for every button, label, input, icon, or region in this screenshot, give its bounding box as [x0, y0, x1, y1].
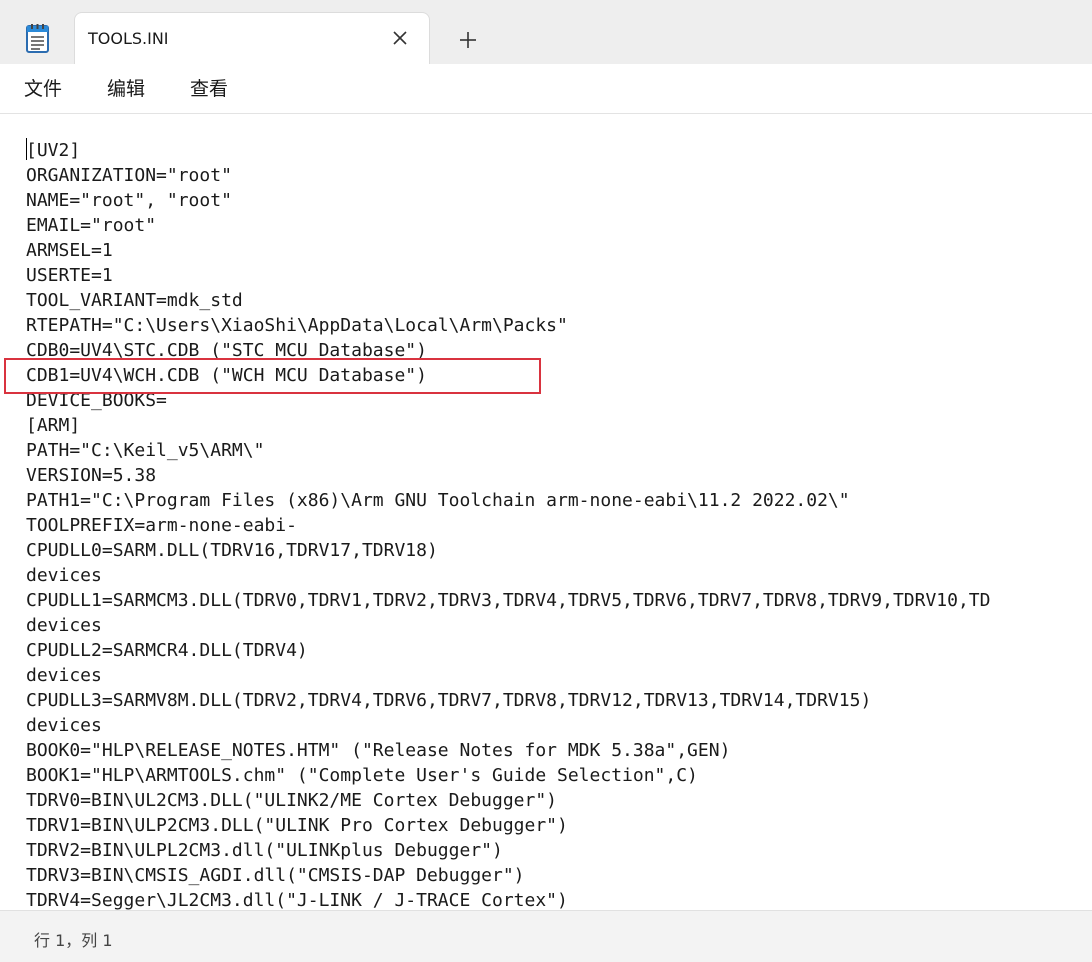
- text-line: [UV2]: [26, 140, 81, 161]
- text-line: devices: [26, 615, 102, 636]
- text-line: devices: [26, 565, 102, 586]
- text-line: VERSION=5.38: [26, 465, 157, 486]
- editor-lines: [UV2] ORGANIZATION="root" NAME="root", "ro…: [26, 138, 991, 910]
- menu-bar: 文件 编辑 查看: [0, 64, 1092, 114]
- text-line: USERTE=1: [26, 265, 113, 286]
- text-line: NAME="root", "root": [26, 190, 232, 211]
- tab-title: TOOLS.INI: [88, 29, 169, 48]
- text-editor[interactable]: [UV2] ORGANIZATION="root" NAME="root", "ro…: [0, 114, 1092, 910]
- status-bar: 行 1，列 1: [0, 910, 1092, 962]
- close-icon[interactable]: [387, 25, 413, 51]
- title-bar: TOOLS.INI: [0, 0, 1092, 64]
- text-line: devices: [26, 715, 102, 736]
- text-line: ORGANIZATION="root": [26, 165, 232, 186]
- text-line: CPUDLL1=SARMCM3.DLL(TDRV0,TDRV1,TDRV2,TD…: [26, 590, 991, 611]
- highlight-annotation-box: [4, 358, 541, 394]
- text-line: PATH1="C:\Program Files (x86)\Arm GNU To…: [26, 490, 850, 511]
- text-line: TDRV4=Segger\JL2CM3.dll("J-LINK / J-TRAC…: [26, 890, 568, 910]
- text-line: TDRV3=BIN\CMSIS_AGDI.dll("CMSIS-DAP Debu…: [26, 865, 525, 886]
- text-line: TOOLPREFIX=arm-none-eabi-: [26, 515, 297, 536]
- text-line: CPUDLL3=SARMV8M.DLL(TDRV2,TDRV4,TDRV6,TD…: [26, 690, 872, 711]
- text-line: ARMSEL=1: [26, 240, 113, 261]
- menu-file[interactable]: 文件: [24, 74, 62, 101]
- text-caret: [26, 138, 27, 160]
- text-line: TDRV1=BIN\ULP2CM3.DLL("ULINK Pro Cortex …: [26, 815, 568, 836]
- text-line: EMAIL="root": [26, 215, 157, 236]
- text-line: RTEPATH="C:\Users\XiaoShi\AppData\Local\…: [26, 315, 568, 336]
- text-line: PATH="C:\Keil_v5\ARM\": [26, 440, 265, 461]
- notepad-icon: [24, 22, 52, 54]
- text-line: CPUDLL0=SARM.DLL(TDRV16,TDRV17,TDRV18): [26, 540, 438, 561]
- text-line: CPUDLL2=SARMCR4.DLL(TDRV4): [26, 640, 308, 661]
- menu-view[interactable]: 查看: [190, 74, 228, 101]
- text-line: [ARM]: [26, 415, 81, 436]
- notepad-window: TOOLS.INI 文件 编辑 查看 [UV2] ORGANIZATION="ro…: [0, 0, 1092, 962]
- text-line: TDRV2=BIN\ULPL2CM3.dll("ULINKplus Debugg…: [26, 840, 503, 861]
- text-line: TDRV0=BIN\UL2CM3.DLL("ULINK2/ME Cortex D…: [26, 790, 558, 811]
- text-line: TOOL_VARIANT=mdk_std: [26, 290, 243, 311]
- menu-edit[interactable]: 编辑: [107, 74, 145, 101]
- text-line: BOOK1="HLP\ARMTOOLS.chm" ("Complete User…: [26, 765, 698, 786]
- cursor-position: 行 1，列 1: [34, 931, 113, 950]
- plus-icon[interactable]: [454, 26, 482, 54]
- text-line: devices: [26, 665, 102, 686]
- tab-tools-ini[interactable]: TOOLS.INI: [74, 12, 430, 64]
- text-line: BOOK0="HLP\RELEASE_NOTES.HTM" ("Release …: [26, 740, 731, 761]
